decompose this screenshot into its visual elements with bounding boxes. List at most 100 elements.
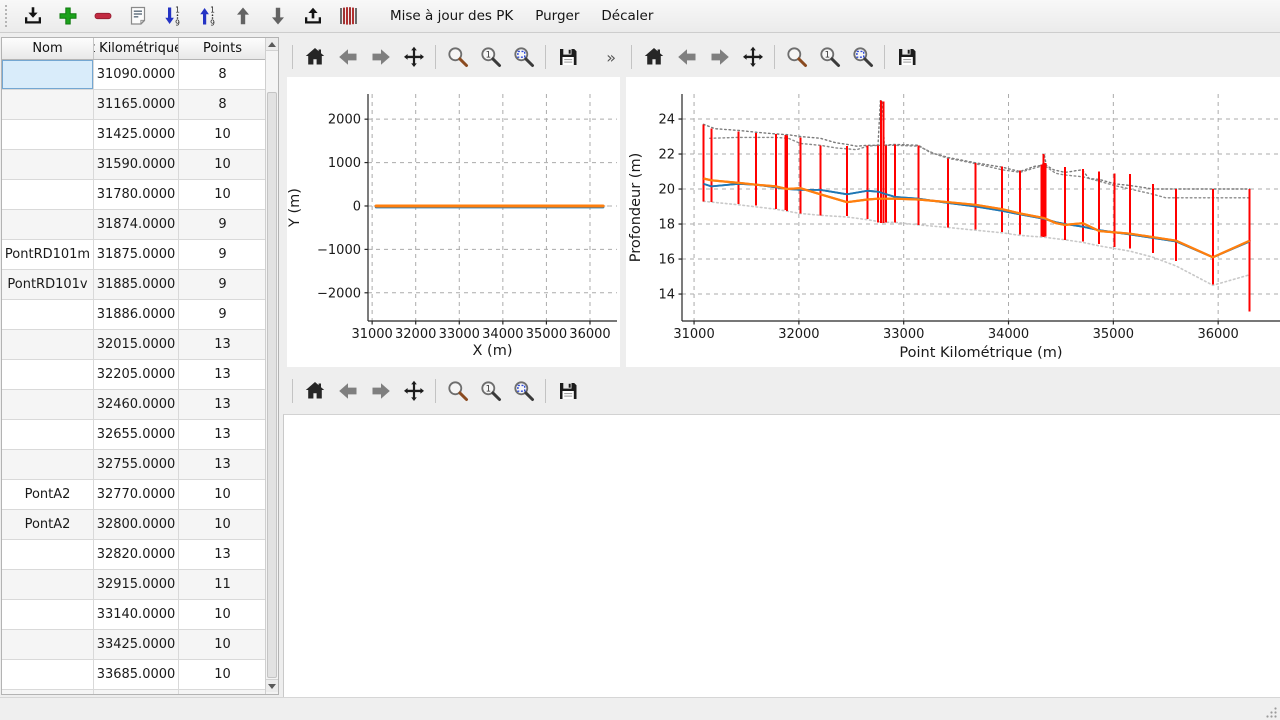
scrollbar-down-button[interactable] (266, 679, 278, 692)
table-cell[interactable]: 9 (179, 270, 267, 300)
table-cell[interactable]: 11 (179, 570, 267, 600)
export-button[interactable] (300, 3, 326, 29)
table-cell[interactable] (2, 180, 94, 210)
xy-chart-canvas[interactable]: 310003200033000340003500036000−2000−1000… (287, 77, 620, 367)
column-header-0[interactable]: Nom (2, 38, 94, 59)
forward-button[interactable] (368, 44, 394, 70)
pan-button[interactable] (401, 44, 427, 70)
table-cell[interactable] (2, 60, 94, 90)
zoom-fit-button[interactable] (511, 378, 537, 404)
table-cell[interactable] (2, 600, 94, 630)
save-button[interactable] (555, 44, 581, 70)
table-cell[interactable] (2, 120, 94, 150)
import-button[interactable] (20, 3, 46, 29)
resize-grip-icon[interactable] (1265, 705, 1278, 718)
table-cell[interactable]: 31875.0000 (94, 240, 179, 270)
forward-button[interactable] (707, 44, 733, 70)
table-cell[interactable]: 10 (179, 180, 267, 210)
table-cell[interactable]: 33685.0000 (94, 660, 179, 690)
table-cell[interactable]: 31590.0000 (94, 150, 179, 180)
move-up-button[interactable] (230, 3, 256, 29)
table-cell[interactable]: 33425.0000 (94, 630, 179, 660)
toolbar-action-1[interactable]: Purger (526, 3, 588, 29)
table-cell[interactable]: 31425.0000 (94, 120, 179, 150)
table-cell[interactable]: 10 (179, 630, 267, 660)
table-cell[interactable] (2, 570, 94, 600)
table-cell[interactable]: 32770.0000 (94, 480, 179, 510)
table-cell[interactable] (2, 630, 94, 660)
table-cell[interactable]: 32015.0000 (94, 330, 179, 360)
pan-button[interactable] (740, 44, 766, 70)
table-cell[interactable]: PontRD101m (2, 240, 94, 270)
table-cell[interactable]: 10 (179, 600, 267, 630)
table-cell[interactable]: 10 (179, 120, 267, 150)
table-cell[interactable]: 31780.0000 (94, 180, 179, 210)
table-cell[interactable]: 10 (179, 480, 267, 510)
table-cell[interactable]: 32820.0000 (94, 540, 179, 570)
table-cell[interactable]: 13 (179, 540, 267, 570)
zoom-fit-button[interactable] (511, 44, 537, 70)
table-cell[interactable]: 31886.0000 (94, 300, 179, 330)
table-cell[interactable]: 32205.0000 (94, 360, 179, 390)
zoom-button[interactable] (445, 378, 471, 404)
table-cell[interactable] (2, 450, 94, 480)
sort-ascending-button[interactable]: 19 (195, 3, 221, 29)
table-cell[interactable]: 13 (179, 420, 267, 450)
stripes-button[interactable] (335, 3, 361, 29)
table-cell[interactable]: 8 (179, 60, 267, 90)
zoom-one-button[interactable]: 1 (817, 44, 843, 70)
table-cell[interactable] (2, 330, 94, 360)
bottom-chart-canvas[interactable] (283, 414, 1280, 697)
table-cell[interactable]: 13 (179, 360, 267, 390)
table-cell[interactable]: PontA2 (2, 510, 94, 540)
table-cell[interactable] (2, 90, 94, 120)
table-cell[interactable]: 9 (179, 240, 267, 270)
table-cell[interactable]: 10 (179, 510, 267, 540)
table-cell[interactable]: PontA2 (2, 480, 94, 510)
table-cell[interactable]: 31874.0000 (94, 210, 179, 240)
back-button[interactable] (674, 44, 700, 70)
table-cell[interactable]: 31885.0000 (94, 270, 179, 300)
table-cell[interactable]: 32915.0000 (94, 570, 179, 600)
table-cell[interactable]: 10 (179, 150, 267, 180)
zoom-button[interactable] (445, 44, 471, 70)
table-cell[interactable] (2, 210, 94, 240)
save-button[interactable] (894, 44, 920, 70)
table-cell[interactable] (2, 300, 94, 330)
profondeur-chart-canvas[interactable]: 3100032000330003400035000360001416182022… (626, 77, 1280, 367)
toolbar-action-0[interactable]: Mise à jour des PK (381, 3, 522, 29)
table-cell[interactable] (2, 360, 94, 390)
scrollbar-up-button[interactable] (266, 38, 278, 51)
table-cell[interactable] (2, 150, 94, 180)
move-down-button[interactable] (265, 3, 291, 29)
column-header-2[interactable]: Points (179, 38, 267, 59)
table-cell[interactable]: 32655.0000 (94, 420, 179, 450)
table-cell[interactable]: 31090.0000 (94, 60, 179, 90)
table-cell[interactable] (2, 390, 94, 420)
toolbar-drag-handle[interactable] (5, 5, 9, 27)
scrollbar-handle[interactable] (267, 92, 277, 678)
table-cell[interactable]: 33140.0000 (94, 600, 179, 630)
save-button[interactable] (555, 378, 581, 404)
zoom-fit-button[interactable] (850, 44, 876, 70)
table-cell[interactable]: 8 (179, 90, 267, 120)
table-cell[interactable]: 31165.0000 (94, 90, 179, 120)
table-cell[interactable]: 32800.0000 (94, 510, 179, 540)
back-button[interactable] (335, 44, 361, 70)
toolbar-overflow-button[interactable]: » (606, 48, 620, 67)
notes-button[interactable] (125, 3, 151, 29)
table-cell[interactable]: 10 (179, 660, 267, 690)
table-vertical-scrollbar[interactable] (265, 38, 278, 694)
remove-button[interactable] (90, 3, 116, 29)
toolbar-action-2[interactable]: Décaler (592, 3, 662, 29)
zoom-one-button[interactable]: 1 (478, 378, 504, 404)
sort-descending-button[interactable]: 19 (160, 3, 186, 29)
forward-button[interactable] (368, 378, 394, 404)
table-cell[interactable]: 32755.0000 (94, 450, 179, 480)
home-button[interactable] (641, 44, 667, 70)
zoom-button[interactable] (784, 44, 810, 70)
table-cell[interactable]: 13 (179, 390, 267, 420)
pan-button[interactable] (401, 378, 427, 404)
zoom-one-button[interactable]: 1 (478, 44, 504, 70)
table-cell[interactable]: 9 (179, 300, 267, 330)
